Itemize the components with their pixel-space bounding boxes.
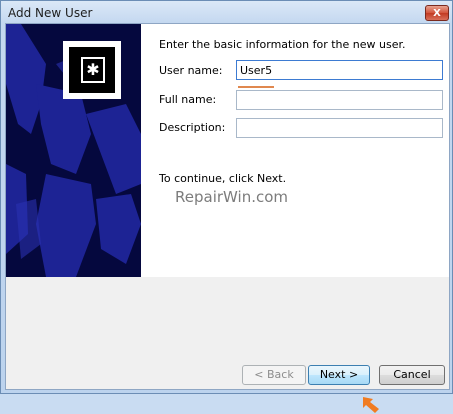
user-card-icon: ✱	[63, 41, 121, 99]
description-input[interactable]	[236, 118, 443, 138]
close-button[interactable]: X	[425, 5, 449, 21]
user-name-input[interactable]	[236, 60, 443, 80]
spellcheck-underline	[238, 86, 274, 88]
back-button[interactable]: < Back	[242, 365, 306, 385]
watermark: RepairWin.com	[175, 188, 289, 206]
cancel-button[interactable]: Cancel	[379, 365, 445, 385]
add-new-user-window: Add New User X ✱ Enter the basic informa…	[0, 0, 453, 413]
dialog-client-area: ✱ Enter the basic information for the ne…	[5, 23, 450, 413]
annotation-arrow-icon	[363, 397, 379, 413]
continue-hint: To continue, click Next.	[159, 172, 287, 185]
user-card-icon-inner: ✱	[69, 47, 115, 93]
full-name-input[interactable]	[236, 90, 443, 110]
window-title: Add New User	[8, 6, 93, 20]
wizard-side-art: ✱	[6, 24, 141, 277]
full-name-label: Full name:	[159, 93, 217, 106]
asterisk-key-icon: ✱	[81, 57, 105, 83]
user-name-label: User name:	[159, 64, 223, 77]
form-panel: Enter the basic information for the new …	[141, 24, 449, 277]
intro-text: Enter the basic information for the new …	[159, 38, 406, 51]
description-label: Description:	[159, 121, 226, 134]
next-button[interactable]: Next >	[308, 365, 370, 385]
